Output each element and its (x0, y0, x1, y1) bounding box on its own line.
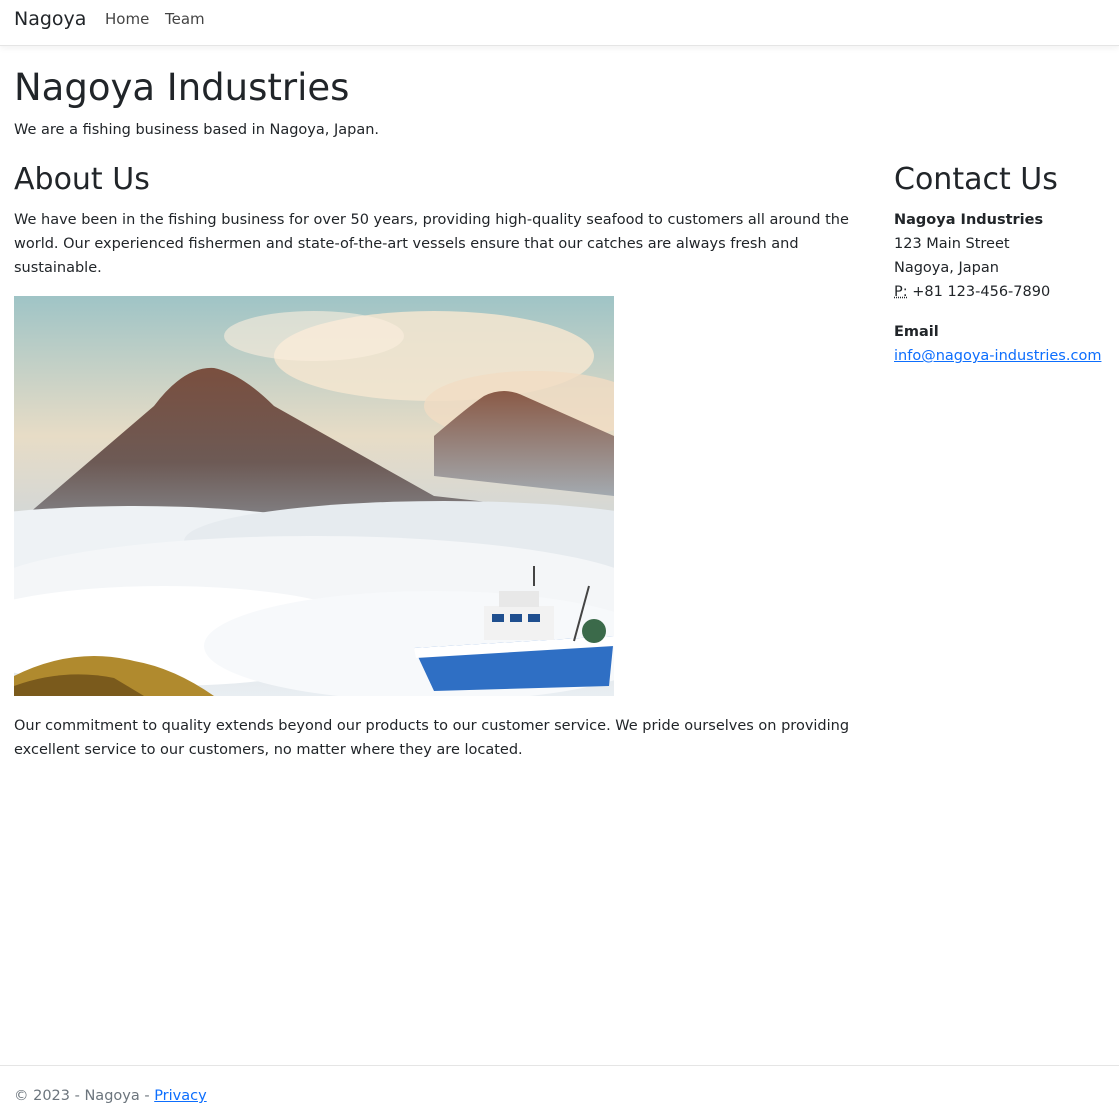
phone-abbr[interactable]: P: (894, 284, 908, 300)
about-section: About Us We have been in the fishing bus… (14, 162, 874, 762)
privacy-link[interactable]: Privacy (154, 1088, 207, 1104)
page-title: Nagoya Industries (14, 66, 350, 109)
mountains-over-clouds-with-fishing-boat-image (14, 296, 614, 696)
footer: © 2023 - Nagoya - Privacy (0, 1065, 1119, 1120)
nav-link-home[interactable]: Home (105, 10, 149, 28)
footer-text: © 2023 - Nagoya - Privacy (14, 1088, 207, 1104)
contact-heading: Contact Us (894, 162, 1058, 197)
contact-email-link[interactable]: info@nagoya-industries.com (894, 348, 1101, 364)
brand-link[interactable]: Nagoya (14, 8, 86, 30)
footer-copyright: © 2023 - Nagoya - (14, 1088, 155, 1104)
about-heading: About Us (14, 162, 150, 197)
top-navbar: Nagoya Home Team (0, 0, 1119, 46)
contact-email-label: Email (894, 324, 939, 340)
about-paragraph-1: We have been in the fishing business for… (14, 212, 849, 276)
contact-phone-line: P: +81 123-456-7890 (894, 280, 1114, 304)
contact-street: 123 Main Street (894, 236, 1010, 252)
contact-phone: +81 123-456-7890 (912, 284, 1051, 300)
nav-link-team[interactable]: Team (165, 10, 205, 28)
contact-company: Nagoya Industries (894, 212, 1044, 228)
contact-section: Contact Us Nagoya Industries 123 Main St… (894, 162, 1114, 368)
contact-city: Nagoya, Japan (894, 260, 999, 276)
page-lead: We are a fishing business based in Nagoy… (14, 122, 380, 138)
about-paragraph-2: Our commitment to quality extends beyond… (14, 718, 850, 758)
